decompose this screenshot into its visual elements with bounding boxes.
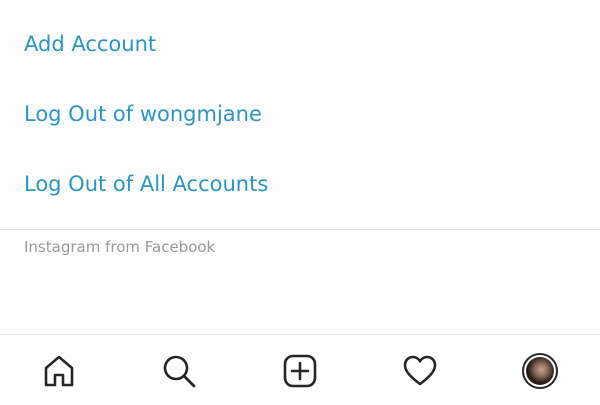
profile-avatar (522, 353, 558, 389)
nav-home-button[interactable] (40, 352, 78, 390)
nav-new-post-button[interactable] (281, 352, 319, 390)
footer-note: Instagram from Facebook (24, 238, 216, 256)
home-icon (44, 355, 74, 387)
new-post-icon (283, 354, 317, 388)
search-icon (163, 355, 196, 388)
heart-icon (403, 355, 437, 386)
nav-search-button[interactable] (160, 352, 198, 390)
nav-activity-button[interactable] (401, 352, 439, 390)
add-account-button[interactable]: Add Account (24, 34, 156, 55)
nav-profile-button[interactable] (521, 352, 559, 390)
log-out-all-accounts-button[interactable]: Log Out of All Accounts (24, 174, 268, 195)
bottom-nav (0, 335, 600, 405)
avatar-image (526, 357, 554, 385)
divider (0, 229, 600, 230)
log-out-account-button[interactable]: Log Out of wongmjane (24, 104, 262, 125)
